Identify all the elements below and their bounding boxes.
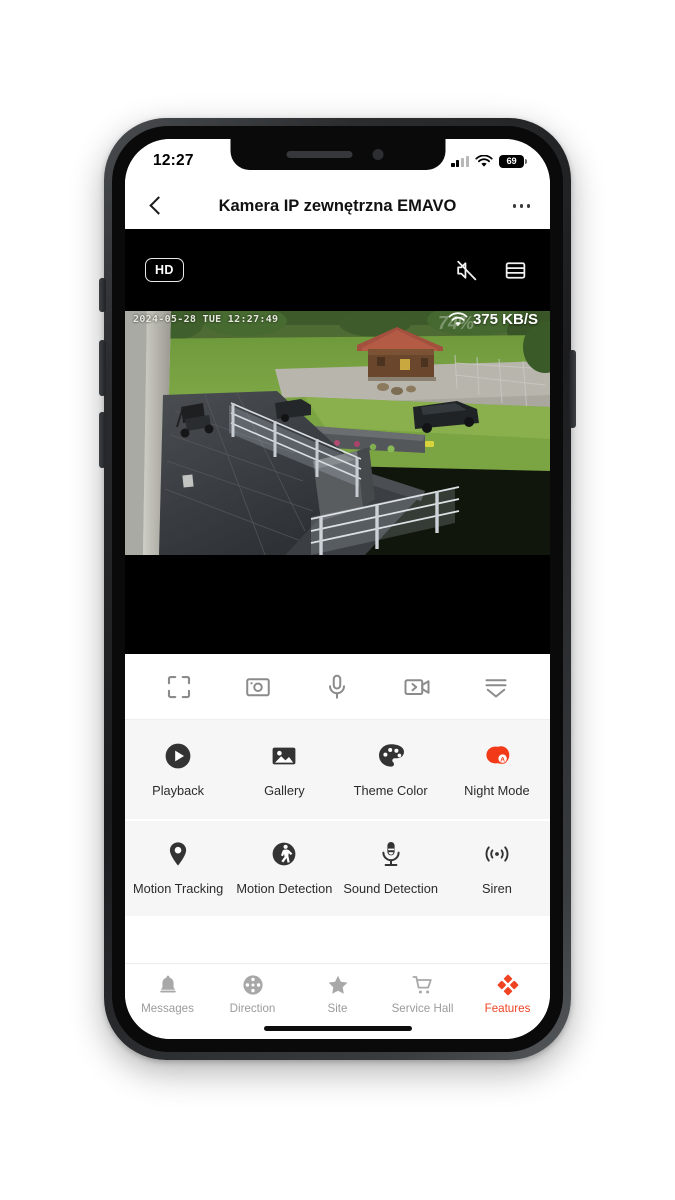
siren-waves-icon <box>481 838 513 870</box>
video-player[interactable]: HD 2024-05-28 TUE 12:27:49 74% 375 KB/S <box>125 229 550 654</box>
earpiece-speaker <box>286 151 352 158</box>
phone-screen: 12:27 69 Kamera IP zewnętrzna EMAVO HD 2… <box>125 139 550 1039</box>
page-title: Kamera IP zewnętrzna EMAVO <box>218 196 457 215</box>
feature-row-2: Motion Tracking Motion Detection Sound D… <box>125 819 550 916</box>
osd-bitrate-group: 375 KB/S <box>448 311 538 328</box>
feature-motion-tracking[interactable]: Motion Tracking <box>125 838 231 897</box>
battery-level: 69 <box>506 156 517 166</box>
notch <box>230 139 445 170</box>
gallery-image-icon <box>268 740 300 772</box>
svg-text:A: A <box>500 756 505 763</box>
fullscreen-icon[interactable] <box>164 672 194 702</box>
feature-grid: Playback Gallery Theme Color A Night Mod… <box>125 720 550 916</box>
tab-direction[interactable]: Direction <box>210 973 295 1015</box>
quality-badge[interactable]: HD <box>145 258 184 282</box>
feature-label: Gallery <box>264 783 305 798</box>
silent-switch[interactable] <box>99 278 106 312</box>
feature-label: Playback <box>152 783 205 798</box>
wifi-icon <box>475 154 493 167</box>
tab-label: Features <box>484 1002 531 1015</box>
player-top-right-controls <box>454 258 528 283</box>
bell-icon <box>156 973 180 997</box>
feature-row-1: Playback Gallery Theme Color A Night Mod… <box>125 722 550 820</box>
tab-service-hall[interactable]: Service Hall <box>380 973 465 1015</box>
camera-feed[interactable] <box>125 311 550 555</box>
tab-label: Site <box>327 1002 348 1015</box>
front-camera-icon <box>372 149 383 160</box>
feature-label: Night Mode <box>464 783 530 798</box>
app-header: Kamera IP zewnętrzna EMAVO <box>125 183 550 229</box>
status-indicators: 69 <box>451 154 528 168</box>
player-top-controls: HD <box>125 229 550 311</box>
feature-siren[interactable]: Siren <box>444 838 550 897</box>
microphone-icon[interactable] <box>322 672 352 702</box>
tab-label: Messages <box>141 1002 194 1015</box>
feature-sound-detection[interactable]: Sound Detection <box>338 838 444 897</box>
volume-up-button[interactable] <box>99 340 106 396</box>
feature-motion-detection[interactable]: Motion Detection <box>231 838 337 897</box>
feature-label: Motion Detection <box>236 881 333 897</box>
feature-label: Motion Tracking <box>132 881 224 897</box>
direction-pad-icon <box>241 973 265 997</box>
star-icon <box>326 973 350 997</box>
feature-label: Siren <box>481 881 512 897</box>
bottom-tab-bar: Messages Direction Site Service Hall Fea… <box>125 963 550 1039</box>
walking-person-icon <box>268 838 300 870</box>
power-button[interactable] <box>569 350 576 428</box>
more-options-icon[interactable] <box>513 204 530 208</box>
osd-bitrate: 375 KB/S <box>472 311 538 328</box>
wifi-signal-icon <box>448 311 468 326</box>
tab-messages[interactable]: Messages <box>125 973 210 1015</box>
video-record-icon[interactable] <box>402 672 432 702</box>
feature-night-mode[interactable]: A Night Mode <box>444 740 550 799</box>
home-indicator[interactable] <box>263 1026 412 1031</box>
night-mode-auto-icon: A <box>481 740 513 772</box>
battery-icon: 69 <box>499 154 528 168</box>
speaker-muted-icon[interactable] <box>454 258 479 283</box>
feature-label: Sound Detection <box>343 881 438 897</box>
palette-icon <box>375 740 407 772</box>
feature-label: Theme Color <box>353 783 428 798</box>
back-chevron-icon[interactable] <box>145 195 167 217</box>
tab-features[interactable]: Features <box>465 973 550 1015</box>
tab-label: Direction <box>229 1002 276 1015</box>
shopping-cart-icon <box>411 973 435 997</box>
features-diamonds-icon <box>496 973 520 997</box>
feature-playback[interactable]: Playback <box>125 740 231 799</box>
play-circle-icon <box>162 740 194 772</box>
feature-theme-color[interactable]: Theme Color <box>338 740 444 799</box>
feature-gallery[interactable]: Gallery <box>231 740 337 799</box>
expand-chevron-icon[interactable] <box>481 672 511 702</box>
screenshot-root: 12:27 69 Kamera IP zewnętrzna EMAVO HD 2… <box>0 0 675 1200</box>
cellular-signal-icon <box>451 155 469 167</box>
camera-snapshot-icon[interactable] <box>243 672 273 702</box>
split-view-icon[interactable] <box>503 258 528 283</box>
sound-microphone-icon <box>375 838 407 870</box>
player-toolbar <box>125 654 550 720</box>
status-time: 12:27 <box>153 152 194 169</box>
volume-down-button[interactable] <box>99 412 106 468</box>
tab-site[interactable]: Site <box>295 973 380 1015</box>
tab-label: Service Hall <box>391 1002 454 1015</box>
osd-timestamp: 2024-05-28 TUE 12:27:49 <box>133 314 279 325</box>
location-pin-icon <box>162 838 194 870</box>
